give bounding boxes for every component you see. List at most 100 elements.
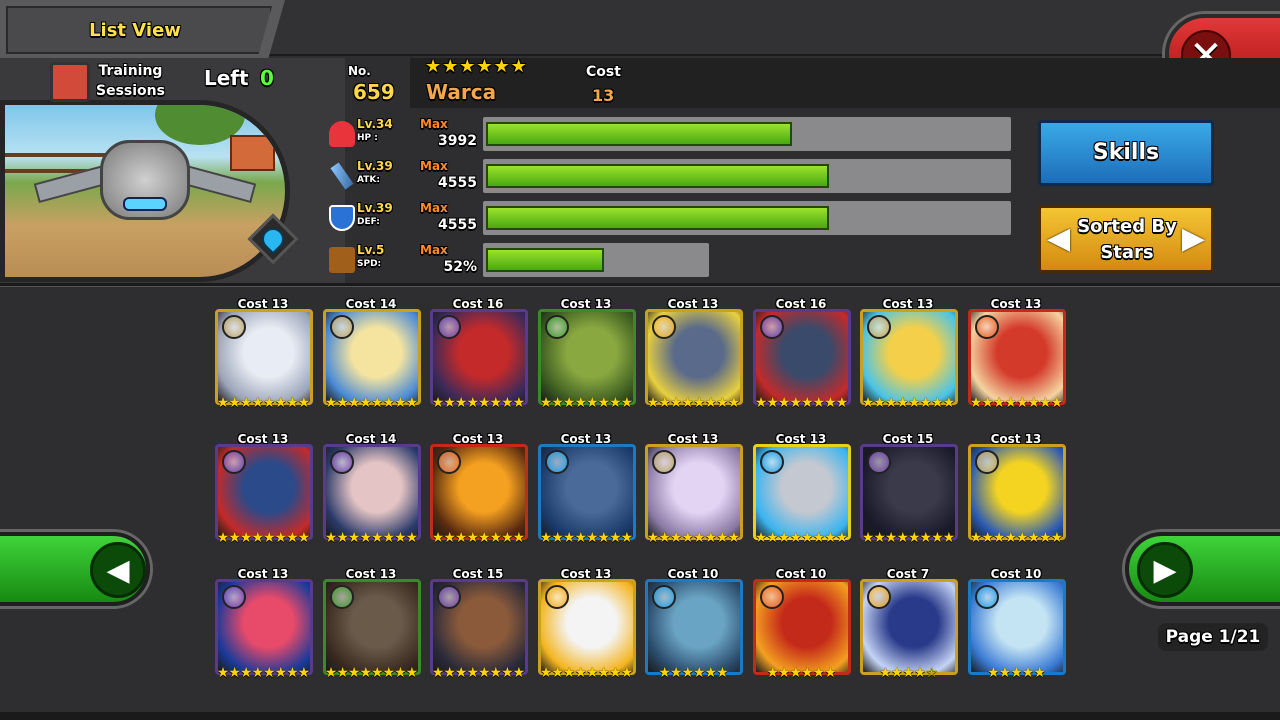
card-portrait[interactable] xyxy=(645,579,743,675)
dark-element-icon xyxy=(760,315,784,339)
monster-card[interactable]: Cost 13 ★★★★★★★★ xyxy=(536,567,636,681)
card-stars: ★★★★★★★★ xyxy=(539,395,633,411)
monster-card[interactable]: Cost 15 ★★★★★★★★ xyxy=(858,432,958,546)
card-stars: ★★★★★★★★ xyxy=(969,530,1063,546)
card-portrait[interactable] xyxy=(645,444,743,540)
thunder-element-icon xyxy=(867,585,891,609)
card-portrait[interactable] xyxy=(323,309,421,405)
stat-name: SPD: xyxy=(357,259,382,269)
card-portrait[interactable] xyxy=(323,579,421,675)
stat-level: Lv.5 xyxy=(357,243,385,257)
card-portrait[interactable] xyxy=(860,444,958,540)
monster-portrait-panel: Training Sessions Left 0 xyxy=(0,58,345,283)
card-portrait[interactable] xyxy=(968,309,1066,405)
card-stars: ★★★★★★★★ xyxy=(646,395,740,411)
monster-card[interactable]: Cost 13 ★★★★★★★★ xyxy=(428,432,528,546)
monster-card[interactable]: Cost 10 ★★★★★ xyxy=(966,567,1066,681)
card-portrait[interactable] xyxy=(538,579,636,675)
dark-element-icon xyxy=(330,450,354,474)
card-portrait[interactable] xyxy=(753,444,851,540)
card-portrait[interactable] xyxy=(753,309,851,405)
water-element-icon xyxy=(652,585,676,609)
monster-card[interactable]: Cost 10 ★★★★★★ xyxy=(643,567,743,681)
dark-element-icon xyxy=(222,585,246,609)
dark-element-icon xyxy=(867,450,891,474)
section-divider xyxy=(0,283,1280,287)
card-portrait[interactable] xyxy=(968,444,1066,540)
arrow-right-icon[interactable]: ▶ xyxy=(1137,542,1193,598)
card-portrait[interactable] xyxy=(860,309,958,405)
monster-card[interactable]: Cost 13 ★★★★★★★★ xyxy=(751,432,851,546)
card-stars: ★★★★★★★★ xyxy=(216,530,310,546)
monster-card[interactable]: Cost 13 ★★★★★★★★ xyxy=(858,297,958,411)
arrow-left-icon[interactable]: ◀ xyxy=(90,542,146,598)
card-portrait[interactable] xyxy=(645,309,743,405)
card-portrait[interactable] xyxy=(538,309,636,405)
water-element-icon xyxy=(760,450,784,474)
sort-next-arrow-icon[interactable]: ▶ xyxy=(1182,224,1205,254)
card-portrait[interactable] xyxy=(215,444,313,540)
stat-level: Lv.39 xyxy=(357,201,393,215)
card-stars: ★★★★★ xyxy=(987,665,1046,681)
monster-card[interactable]: Cost 13 ★★★★★★★★ xyxy=(213,567,313,681)
water-element-icon xyxy=(545,450,569,474)
card-portrait[interactable] xyxy=(753,579,851,675)
monster-card[interactable]: Cost 13 ★★★★★★★★ xyxy=(536,432,636,546)
card-stars: ★★★★★★★★ xyxy=(861,530,955,546)
stat-bar-fill xyxy=(486,122,792,146)
prev-page-button[interactable]: ◀ xyxy=(0,532,150,606)
card-portrait[interactable] xyxy=(860,579,958,675)
next-page-button[interactable]: ▶ xyxy=(1125,532,1280,606)
monster-card[interactable]: Cost 13 ★★★★★★★★ xyxy=(966,432,1066,546)
monster-card[interactable]: Cost 10 ★★★★★★ xyxy=(751,567,851,681)
stat-value: 4555 xyxy=(438,175,477,191)
stat-level: Lv.39 xyxy=(357,159,393,173)
monster-info-bar xyxy=(410,58,1280,108)
light-element-icon xyxy=(867,315,891,339)
monster-card[interactable]: Cost 7 ★★★★☆ xyxy=(858,567,958,681)
card-stars: ★★★★★★★★ xyxy=(216,395,310,411)
fire-element-icon xyxy=(760,585,784,609)
monster-card[interactable]: Cost 13 ★★★★★★★★ xyxy=(213,297,313,411)
stat-max-label: Max xyxy=(420,201,448,215)
monster-card[interactable]: Cost 16 ★★★★★★★★ xyxy=(428,297,528,411)
monster-card[interactable]: Cost 13 ★★★★★★★★ xyxy=(643,297,743,411)
monster-card[interactable]: Cost 13 ★★★★★★★★ xyxy=(213,432,313,546)
card-stars: ★★★★★★★★ xyxy=(324,530,418,546)
card-portrait[interactable] xyxy=(215,309,313,405)
monster-stars: ★★★★★★ xyxy=(425,56,528,77)
card-portrait[interactable] xyxy=(430,444,528,540)
monster-card[interactable]: Cost 16 ★★★★★★★★ xyxy=(751,297,851,411)
wood-element-icon xyxy=(330,585,354,609)
monster-card[interactable]: Cost 13 ★★★★★★★★ xyxy=(966,297,1066,411)
card-portrait[interactable] xyxy=(215,579,313,675)
monster-card[interactable]: Cost 13 ★★★★★★★★ xyxy=(536,297,636,411)
card-portrait[interactable] xyxy=(323,444,421,540)
sort-button[interactable]: ◀ Sorted By Stars ▶ xyxy=(1038,205,1214,273)
card-portrait[interactable] xyxy=(430,309,528,405)
card-stars: ★★★★★★★★ xyxy=(431,665,525,681)
monster-cost-label: Cost xyxy=(586,64,621,80)
skills-button[interactable]: Skills xyxy=(1038,120,1214,186)
monster-card[interactable]: Cost 15 ★★★★★★★★ xyxy=(428,567,528,681)
monster-card[interactable]: Cost 13 ★★★★★★★★ xyxy=(321,567,421,681)
monster-card[interactable]: Cost 13 ★★★★★★★★ xyxy=(643,432,743,546)
stat-row-hp: Lv.34 HP : Max 3992 xyxy=(325,117,1025,157)
monster-eye xyxy=(123,197,167,211)
sword-icon xyxy=(330,162,354,190)
thunder-element-icon xyxy=(652,315,676,339)
card-stars: ★★★★★★★★ xyxy=(754,395,848,411)
stat-value: 4555 xyxy=(438,217,477,233)
card-portrait[interactable] xyxy=(430,579,528,675)
card-stars: ★★★★★★ xyxy=(658,665,728,681)
card-portrait[interactable] xyxy=(538,444,636,540)
wood-element-icon xyxy=(545,315,569,339)
training-left-value: 0 xyxy=(260,66,274,90)
monster-card[interactable]: Cost 14 ★★★★★★★★ xyxy=(321,297,421,411)
stat-bar-track xyxy=(483,201,1011,235)
list-view-tab: List View xyxy=(0,0,285,60)
monster-card[interactable]: Cost 14 ★★★★★★★★ xyxy=(321,432,421,546)
dark-element-icon xyxy=(437,315,461,339)
card-portrait[interactable] xyxy=(968,579,1066,675)
card-stars: ★★★★★★ xyxy=(766,665,836,681)
